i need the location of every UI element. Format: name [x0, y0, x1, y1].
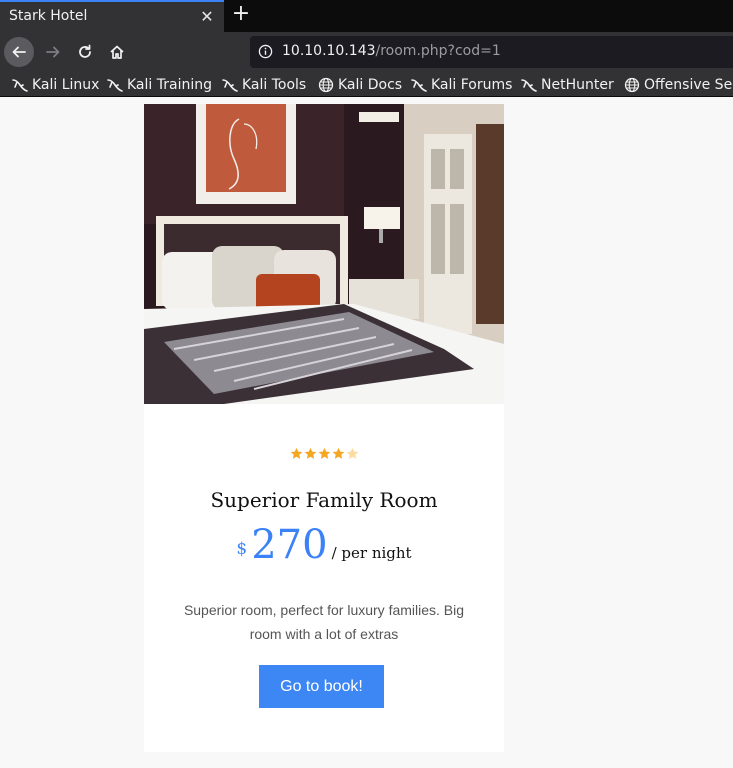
- bookmarks-toolbar: Kali Linux Kali Training Kali Tools Kali…: [0, 72, 733, 97]
- url-path: /room.php?cod=1: [375, 43, 501, 59]
- room-title: Superior Family Room: [210, 488, 438, 512]
- bookmark-kali-forums[interactable]: Kali Forums: [411, 75, 512, 95]
- room-card: Superior Family Room $270/ per night Sup…: [144, 104, 504, 752]
- bookmark-label: Kali Training: [127, 77, 212, 93]
- kali-dragon-icon: [12, 79, 28, 92]
- price-unit: / per night: [331, 544, 412, 562]
- bookmark-label: Kali Docs: [338, 77, 403, 93]
- bookmark-kali-training[interactable]: Kali Training: [107, 75, 212, 95]
- kali-dragon-icon: [107, 79, 123, 92]
- price-currency: $: [236, 539, 248, 559]
- bookmark-label: Kali Forums: [431, 77, 513, 93]
- bookmark-kali-tools[interactable]: Kali Tools: [222, 75, 306, 95]
- home-button[interactable]: [102, 37, 132, 67]
- globe-icon: [624, 77, 640, 93]
- star-filled-icon: [318, 447, 331, 459]
- room-price: $270/ per night: [144, 522, 504, 568]
- bookmark-label: Offensive Security: [644, 77, 733, 93]
- home-icon: [110, 45, 124, 59]
- star-empty-icon: [346, 447, 359, 459]
- new-tab-icon[interactable]: +: [230, 3, 252, 27]
- bookmark-kali-docs[interactable]: Kali Docs: [318, 75, 402, 95]
- bookmark-label: Kali Linux: [32, 77, 100, 93]
- price-value: 270: [251, 522, 328, 568]
- room-description: Superior room, perfect for luxury famili…: [183, 602, 465, 642]
- address-bar[interactable]: 10.10.10.143/room.php?cod=1: [250, 36, 733, 68]
- url-text[interactable]: 10.10.10.143/room.php?cod=1: [282, 43, 501, 59]
- forward-arrow-icon: [46, 46, 60, 58]
- tab-strip: Stark Hotel ✕ +: [0, 0, 733, 32]
- tab-title: Stark Hotel: [9, 8, 88, 24]
- url-host: 10.10.10.143: [282, 43, 376, 59]
- kali-dragon-icon: [521, 79, 537, 92]
- bookmark-nethunter[interactable]: NetHunter: [521, 75, 614, 95]
- star-rating: [290, 447, 359, 463]
- browser-tab[interactable]: Stark Hotel ✕: [0, 0, 224, 32]
- forward-button[interactable]: [38, 37, 68, 67]
- star-filled-icon: [290, 447, 303, 459]
- bookmark-label: Kali Tools: [242, 77, 307, 93]
- info-icon[interactable]: [258, 44, 273, 59]
- book-button[interactable]: Go to book!: [259, 665, 384, 708]
- reload-button[interactable]: [70, 37, 100, 67]
- bookmark-label: NetHunter: [541, 77, 614, 93]
- globe-icon: [318, 77, 334, 93]
- kali-dragon-icon: [411, 79, 427, 92]
- star-filled-icon: [332, 447, 345, 459]
- navigation-toolbar: 10.10.10.143/room.php?cod=1: [0, 32, 733, 72]
- close-tab-icon[interactable]: ✕: [198, 6, 216, 28]
- room-photo: [144, 104, 504, 404]
- kali-dragon-icon: [222, 79, 238, 92]
- star-filled-icon: [304, 447, 317, 459]
- back-arrow-icon: [12, 46, 26, 58]
- back-button[interactable]: [4, 37, 34, 67]
- reload-icon: [79, 44, 91, 58]
- bookmark-kali-linux[interactable]: Kali Linux: [12, 75, 99, 95]
- bookmark-offensive-security[interactable]: Offensive Security: [624, 75, 733, 95]
